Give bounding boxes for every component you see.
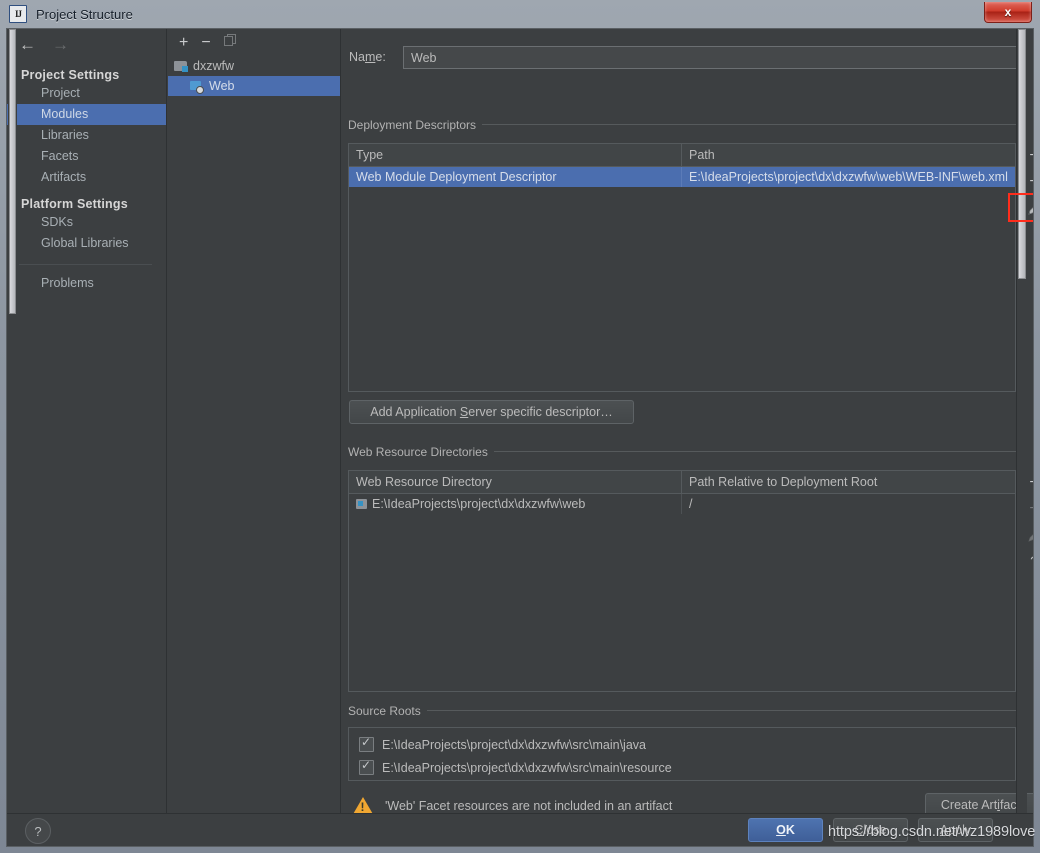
pencil-icon — [1027, 201, 1033, 216]
web-resource-directories-title-row: Web Resource Directories — [348, 444, 1022, 459]
button-label-mnemonic: S — [459, 405, 469, 419]
tree-node-label: dxzwfw — [193, 59, 234, 73]
sidebar-divider — [19, 264, 152, 265]
sidebar-group-platform-settings: Platform Settings — [21, 197, 128, 211]
web-resource-directories-group: Web Resource Directories — [348, 444, 1022, 459]
table-header: Web Resource Directory Path Relative to … — [349, 471, 1015, 494]
module-settings-panel: Name: Web Deployment Descriptors Type Pa… — [342, 29, 1033, 817]
source-root-checkbox[interactable] — [359, 735, 374, 752]
add-module-button[interactable]: + — [179, 34, 188, 51]
web-resource-directories-title: Web Resource Directories — [348, 444, 488, 459]
table-row[interactable]: E:\IdeaProjects\project\dx\dxzwfw\web / — [349, 494, 1015, 514]
module-tree-panel: + − dxzwfw Web — [168, 29, 341, 814]
back-arrow-icon[interactable]: ← — [19, 36, 36, 53]
source-roots-title: Source Roots — [348, 703, 421, 718]
tree-node-web[interactable]: Web — [168, 76, 340, 96]
deployment-descriptors-table: Type Path Web Module Deployment Descript… — [348, 143, 1016, 392]
ok-button[interactable]: OK — [748, 818, 823, 842]
source-roots-title-row: Source Roots — [348, 703, 1022, 718]
group-rule — [426, 710, 1022, 711]
column-header-path[interactable]: Path — [682, 144, 1015, 166]
sidebar-item-project[interactable]: Project — [7, 83, 166, 104]
title-bar: IJ Project Structure x — [0, 0, 1040, 28]
help-button[interactable]: ? — [25, 818, 51, 844]
tree-node-dxzwfw[interactable]: dxzwfw — [168, 56, 340, 76]
cell-text: E:\IdeaProjects\project\dx\dxzwfw\web — [372, 497, 586, 511]
content-scrollbar[interactable] — [1016, 29, 1027, 814]
content-scrollbar-thumb[interactable] — [1018, 29, 1026, 279]
button-label-prefix: Add Application — [370, 405, 460, 419]
sidebar-item-modules[interactable]: Modules — [7, 104, 166, 125]
sidebar-item-facets[interactable]: Facets — [7, 146, 166, 167]
window-title: Project Structure — [36, 6, 133, 22]
button-label-mnemonic: O — [776, 823, 786, 837]
cell-type: Web Module Deployment Descriptor — [349, 167, 682, 187]
copy-module-icon[interactable] — [223, 34, 237, 51]
close-button[interactable]: x — [984, 2, 1032, 23]
artifact-warning-text: 'Web' Facet resources are not included i… — [385, 799, 673, 813]
sidebar-group-project-settings: Project Settings — [21, 68, 120, 82]
column-header-type[interactable]: Type — [349, 144, 682, 166]
cell-web-resource-directory: E:\IdeaProjects\project\dx\dxzwfw\web — [349, 494, 682, 514]
add-application-server-descriptor-button[interactable]: Add Application Server specific descript… — [349, 400, 634, 424]
list-item[interactable]: E:\IdeaProjects\project\dx\dxzwfw\src\ma… — [349, 733, 1015, 756]
forward-arrow-icon[interactable]: → — [52, 36, 69, 53]
source-roots-list: E:\IdeaProjects\project\dx\dxzwfw\src\ma… — [348, 727, 1016, 781]
list-item[interactable]: E:\IdeaProjects\project\dx\dxzwfw\src\ma… — [349, 756, 1015, 779]
pencil-icon — [1027, 528, 1033, 543]
name-label-suffix: e: — [375, 50, 386, 64]
module-name-input[interactable]: Web — [403, 45, 1021, 69]
web-facet-icon — [190, 80, 204, 94]
source-roots-group: Source Roots — [348, 703, 1022, 718]
web-resource-directories-table: Web Resource Directory Path Relative to … — [348, 470, 1016, 692]
module-tree-toolbar: + − — [168, 29, 340, 56]
intellij-idea-icon: IJ — [9, 5, 27, 23]
source-root-label: E:\IdeaProjects\project\dx\dxzwfw\src\ma… — [382, 760, 672, 775]
sidebar-item-artifacts[interactable]: Artifacts — [7, 167, 166, 188]
column-header-relative-path[interactable]: Path Relative to Deployment Root — [682, 471, 1015, 493]
remove-module-button[interactable]: − — [201, 34, 210, 51]
window-frame: IJ Project Structure x ← → Project Setti… — [0, 0, 1040, 853]
watermark-text: https://blog.csdn.net/wz1989love — [828, 824, 1036, 840]
deployment-descriptors-title: Deployment Descriptors — [348, 117, 477, 132]
name-label-mnemonic: m — [364, 50, 376, 64]
sidebar-item-libraries[interactable]: Libraries — [7, 125, 166, 146]
sidebar-scrollbar-thumb[interactable] — [9, 29, 16, 314]
cell-path: E:\IdeaProjects\project\dx\dxzwfw\web\WE… — [689, 170, 1008, 184]
table-header: Type Path — [349, 144, 1015, 167]
sidebar-item-problems[interactable]: Problems — [7, 273, 166, 294]
module-name-label: Name: — [349, 50, 403, 64]
close-icon: x — [1004, 5, 1012, 19]
navigation-arrows: ← → — [7, 29, 166, 59]
settings-sidebar: ← → Project Settings Project Modules Lib… — [7, 29, 167, 814]
directory-icon — [356, 499, 367, 509]
name-label-prefix: Na — [349, 50, 365, 64]
sidebar-item-global-libraries[interactable]: Global Libraries — [7, 233, 166, 254]
deployment-descriptors-title-row: Deployment Descriptors — [348, 117, 1022, 132]
module-folder-icon — [174, 60, 188, 72]
tree-node-label: Web — [209, 79, 235, 93]
group-rule — [482, 124, 1022, 125]
project-structure-dialog: ← → Project Settings Project Modules Lib… — [6, 28, 1034, 847]
deployment-descriptors-group: Deployment Descriptors — [348, 117, 1022, 132]
button-label-prefix: Create Art — [940, 798, 998, 812]
source-root-label: E:\IdeaProjects\project\dx\dxzwfw\src\ma… — [382, 737, 646, 752]
sidebar-scrollbar[interactable] — [8, 29, 17, 814]
button-label-rest: K — [785, 823, 795, 837]
source-root-checkbox[interactable] — [359, 758, 374, 775]
module-name-row: Name: Web — [349, 45, 1021, 69]
cell-relative-path: / — [689, 497, 693, 511]
table-row[interactable]: Web Module Deployment Descriptor E:\Idea… — [349, 167, 1015, 187]
column-header-web-resource-directory[interactable]: Web Resource Directory — [349, 471, 682, 493]
group-rule — [493, 451, 1022, 452]
button-label-suffix: erver specific descriptor… — [468, 405, 613, 419]
sidebar-item-sdks[interactable]: SDKs — [7, 212, 166, 233]
